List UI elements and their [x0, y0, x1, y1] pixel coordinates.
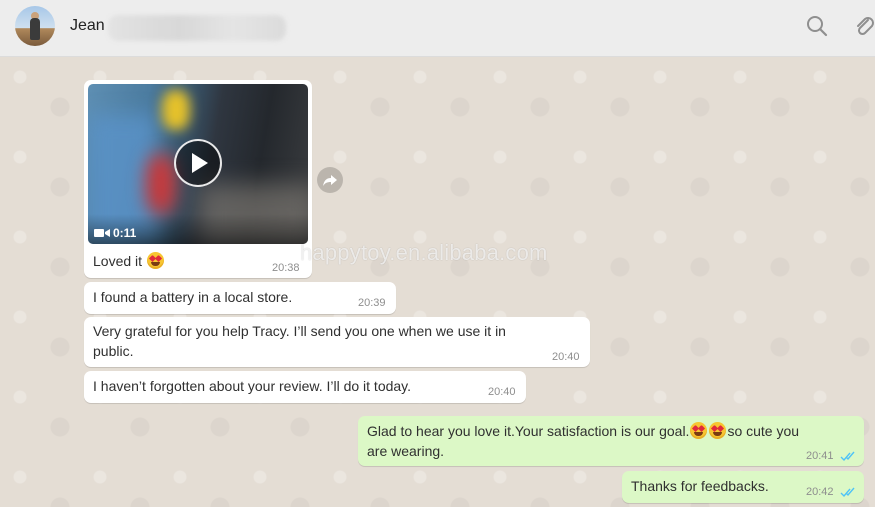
message-text-line1: Glad to hear you love it.Your satisfacti… [367, 422, 800, 439]
message-text-line2: are wearing. [367, 443, 445, 459]
contact-name[interactable]: Jean [70, 17, 105, 35]
message-time: 20:40 [552, 351, 580, 363]
message-time: 20:38 [272, 262, 300, 274]
paperclip-icon[interactable] [852, 14, 875, 40]
message-incoming[interactable]: I haven’t forgotten about your review. I… [84, 371, 526, 403]
message-time: 20:41 [806, 450, 834, 462]
heart-eyes-emoji [146, 252, 164, 269]
message-text: I found a battery in a local store. [93, 289, 293, 305]
video-camera-icon [94, 229, 110, 237]
search-icon[interactable] [805, 14, 831, 40]
message-text: I haven’t forgotten about your review. I… [93, 378, 412, 394]
message-text: Loved it [93, 251, 165, 271]
message-video-incoming[interactable]: 0:11 Loved it 20:38 [84, 80, 312, 278]
message-incoming[interactable]: I found a battery in a local store. 20:3… [84, 282, 396, 314]
redacted-name [108, 15, 286, 41]
read-receipt-icon [840, 451, 855, 462]
message-outgoing[interactable]: Glad to hear you love it.Your satisfacti… [358, 416, 864, 466]
video-duration: 0:11 [94, 226, 136, 240]
read-receipt-icon [840, 487, 855, 498]
message-incoming[interactable]: Very grateful for you help Tracy. I’ll s… [84, 317, 590, 367]
message-text-line1: Very grateful for you help Tracy. I’ll s… [93, 323, 506, 339]
message-text-line2: public. [93, 343, 134, 359]
forward-icon [323, 175, 337, 186]
play-button[interactable] [174, 139, 222, 187]
message-time: 20:40 [488, 386, 516, 398]
message-outgoing[interactable]: Thanks for feedbacks. 20:42 [622, 471, 864, 503]
heart-eyes-emoji [709, 422, 727, 439]
contact-avatar[interactable] [15, 6, 55, 46]
message-time: 20:42 [806, 486, 834, 498]
video-thumbnail[interactable]: 0:11 [88, 84, 308, 244]
message-time: 20:39 [358, 297, 386, 309]
chat-header: Jean [0, 0, 875, 57]
forward-button[interactable] [317, 167, 343, 193]
message-text: Thanks for feedbacks. [631, 478, 769, 494]
avatar-person [30, 18, 40, 40]
heart-eyes-emoji [690, 422, 708, 439]
watermark: happytoy.en.alibaba.com [300, 240, 548, 265]
play-icon [192, 153, 208, 173]
